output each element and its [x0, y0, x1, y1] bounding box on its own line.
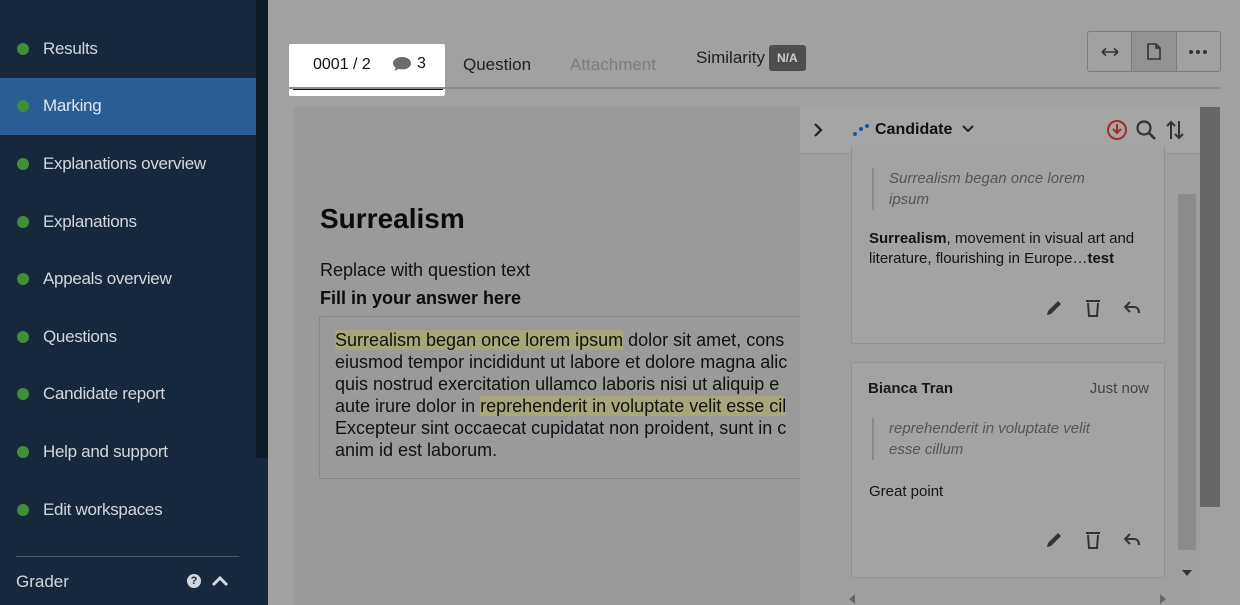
sidebar-nav: Results Marking Explanations overview Ex…	[0, 20, 256, 538]
sidebar-item-help-and-support[interactable]: Help and support	[0, 423, 256, 481]
comment-icon	[393, 57, 411, 71]
fit-width-button[interactable]	[1088, 32, 1133, 71]
sidebar-item-label: Explanations	[43, 211, 137, 231]
search-icon[interactable]	[1135, 119, 1157, 141]
comment-quote: Surrealism began once lorem ipsum	[872, 168, 1109, 210]
sidebar-item-marking[interactable]: Marking	[0, 77, 256, 136]
document-icon	[1147, 43, 1161, 60]
sidebar-item-label: Marking	[43, 96, 102, 116]
comment-filter-dropdown[interactable]: Candidate	[875, 121, 952, 139]
download-icon[interactable]	[1106, 119, 1128, 141]
comment-actions	[1044, 530, 1142, 550]
sidebar-item-label: Explanations overview	[43, 153, 206, 173]
chevron-down-icon[interactable]	[962, 125, 974, 133]
reply-icon[interactable]	[1122, 530, 1142, 550]
sidebar-item-label: Appeals overview	[43, 269, 172, 289]
sidebar-item-results[interactable]: Results	[0, 20, 256, 78]
scroll-left-arrow-icon[interactable]	[848, 593, 856, 605]
sidebar-item-label: Questions	[43, 326, 117, 346]
similarity-badge: N/A	[769, 45, 806, 71]
tab-attachment[interactable]: Attachment	[570, 55, 656, 75]
sidebar-item-label: Results	[43, 38, 98, 58]
reply-icon[interactable]	[1122, 298, 1142, 318]
answer-document: Surrealism Replace with question text Fi…	[294, 107, 814, 605]
comment-quote: reprehenderit in voluptate velit esse ci…	[872, 418, 1109, 460]
status-dot-icon	[17, 388, 29, 401]
highlight-annotation[interactable]: reprehenderit in voluptate velit esse ci…	[480, 396, 787, 416]
answer-text[interactable]: Surrealism began once lorem ipsum dolor …	[335, 329, 814, 461]
comment-body: Great point	[869, 483, 944, 500]
scroll-down-arrow-icon[interactable]	[1181, 569, 1193, 577]
expand-horizontal-icon	[1101, 47, 1119, 56]
comments-scrollbar[interactable]	[1178, 194, 1196, 550]
comment-actions	[1044, 298, 1142, 318]
sidebar-item-explanations[interactable]: Explanations	[0, 193, 256, 251]
submission-label: 0001 / 2	[313, 56, 371, 73]
status-dot-icon	[17, 330, 29, 343]
chevron-right-icon[interactable]	[813, 122, 823, 138]
sidebar-item-edit-workspaces[interactable]: Edit workspaces	[0, 481, 256, 539]
edit-pencil-icon[interactable]	[1044, 530, 1064, 550]
status-dot-icon	[17, 42, 29, 55]
sidebar-item-label: Help and support	[43, 441, 168, 461]
comment-card[interactable]: Bianca Tran Just now reprehenderit in vo…	[851, 362, 1165, 578]
sidebar-scrollbar[interactable]	[256, 0, 268, 458]
sort-icon[interactable]	[1163, 118, 1187, 142]
sidebar-item-label: Candidate report	[43, 384, 165, 404]
page-title: Surrealism	[320, 203, 465, 234]
sidebar-item-questions[interactable]: Questions	[0, 308, 256, 366]
comment-count: 3	[392, 55, 426, 73]
status-dot-icon	[17, 445, 29, 458]
more-horizontal-icon	[1189, 49, 1208, 54]
document-view-button[interactable]	[1132, 32, 1177, 71]
status-dot-icon	[17, 215, 29, 228]
scroll-right-arrow-icon[interactable]	[1159, 593, 1167, 605]
answer-prompt: Fill in your answer here	[320, 288, 522, 308]
status-dot-icon	[17, 273, 29, 286]
sidebar: Results Marking Explanations overview Ex…	[0, 0, 268, 605]
view-toolbar	[1087, 31, 1221, 72]
tab-question[interactable]: Question	[463, 55, 531, 75]
sidebar-item-explanations-overview[interactable]: Explanations overview	[0, 135, 256, 193]
status-dot-icon	[17, 503, 29, 516]
comment-timestamp: Just now	[1089, 380, 1149, 397]
sidebar-item-candidate-report[interactable]: Candidate report	[0, 366, 256, 424]
user-role-label: Grader	[16, 572, 69, 591]
answer-box[interactable]: Surrealism began once lorem ipsum dolor …	[319, 316, 814, 479]
sidebar-item-appeals-overview[interactable]: Appeals overview	[0, 250, 256, 308]
status-dot-icon	[17, 157, 29, 170]
trash-icon[interactable]	[1083, 298, 1103, 318]
more-options-button[interactable]	[1177, 32, 1220, 71]
tab-bar-rule	[289, 87, 1221, 89]
question-text: Replace with question text	[320, 260, 531, 280]
page-scrollbar[interactable]	[1200, 107, 1220, 507]
comment-body: Surrealism, movement in visual art and l…	[869, 230, 1135, 267]
help-icon[interactable]: ?	[187, 574, 201, 588]
sidebar-divider	[16, 556, 239, 557]
comment-card[interactable]: Surrealism began once lorem ipsum Surrea…	[851, 146, 1165, 344]
highlight-annotation[interactable]: Surrealism began once lorem ipsum	[335, 330, 624, 350]
sidebar-item-label: Edit workspaces	[43, 499, 163, 519]
trash-icon[interactable]	[1083, 530, 1103, 550]
tab-similarity[interactable]: Similarity	[696, 48, 765, 68]
status-dot-icon	[17, 100, 29, 113]
comment-author: Bianca Tran	[868, 380, 954, 397]
chevron-up-icon[interactable]	[211, 574, 229, 588]
edit-pencil-icon[interactable]	[1044, 298, 1064, 318]
filter-dots-icon	[853, 124, 869, 136]
